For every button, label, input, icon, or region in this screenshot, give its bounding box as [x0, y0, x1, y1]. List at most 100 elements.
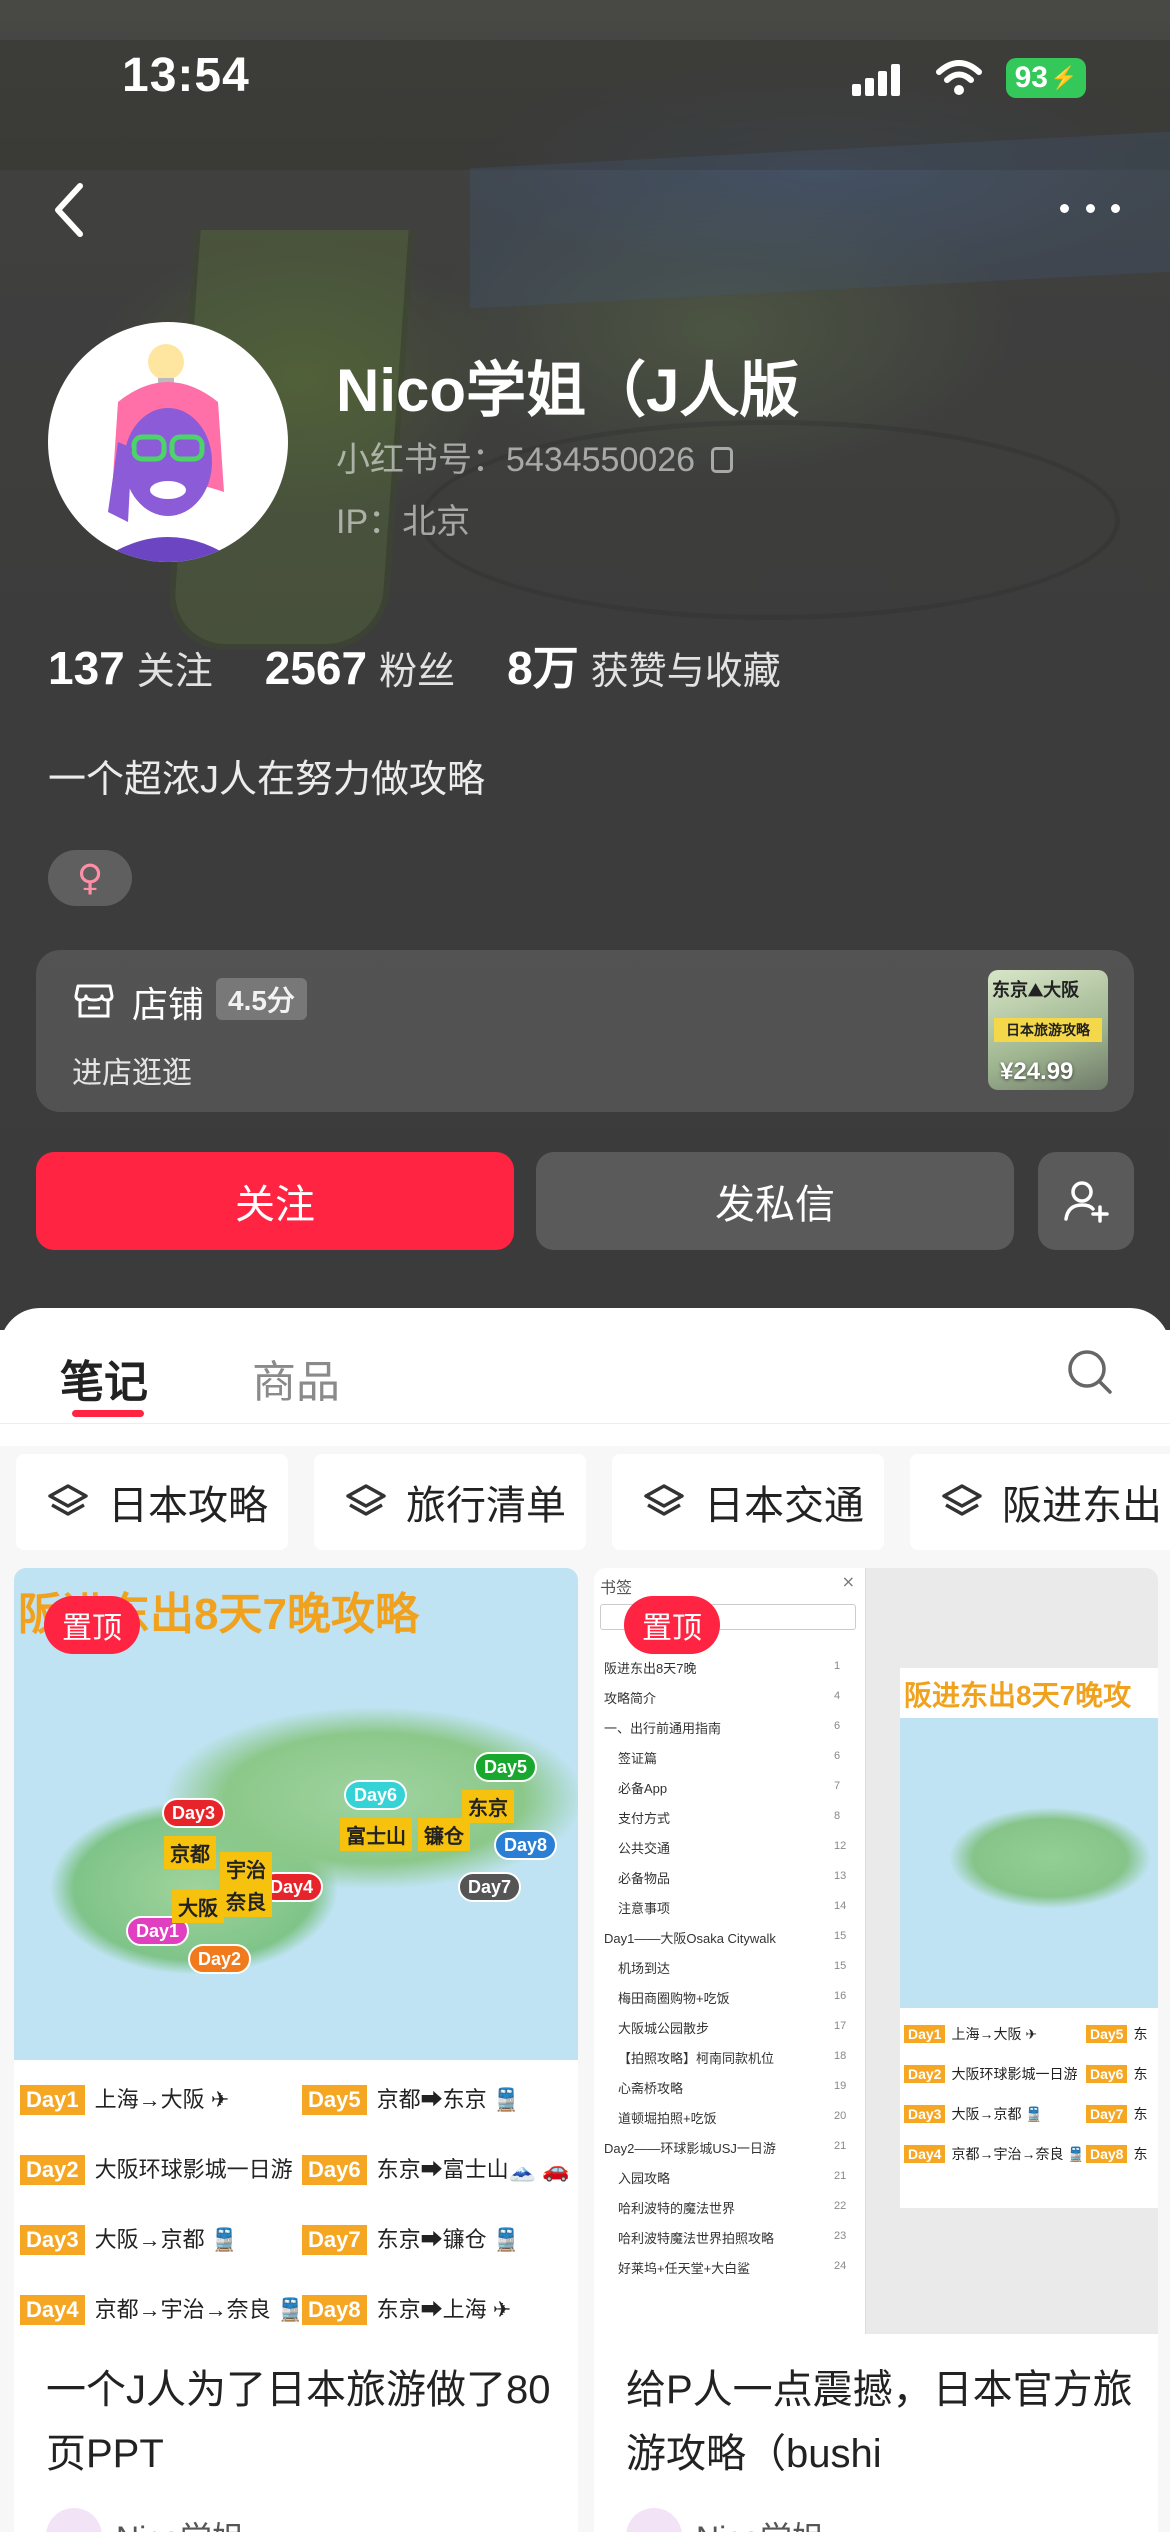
shop-product-thumbnail[interactable]: 东京⛰大阪 日本旅游攻略 ¥24.99 — [988, 970, 1108, 1090]
collection-chip[interactable]: 旅行清单 — [314, 1454, 586, 1550]
toc-item: 公共交通 — [618, 1841, 671, 1856]
toc-page-number: 16 — [834, 1990, 847, 2002]
note-card[interactable]: 阪进东出8天7晚攻略 Day3 Day6 Day5 Day4 Day7 Day8… — [14, 1568, 578, 2532]
toc-header: 书签 — [600, 1580, 633, 1597]
message-button[interactable]: 发私信 — [536, 1152, 1014, 1250]
more-options-icon[interactable] — [1060, 198, 1120, 218]
collection-label: 旅行清单 — [406, 1484, 566, 1528]
slide-row: Day8 东 — [1086, 2144, 1147, 2164]
shop-enter-link[interactable]: 进店逛逛 — [72, 1048, 192, 1092]
note-author[interactable]: Nico学姐 — [626, 2508, 824, 2532]
map-city: 宇治 — [220, 1852, 272, 1885]
likes-count[interactable]: 8万 — [507, 632, 579, 698]
itinerary-row: Day3 大阪→京都 🚆 — [20, 2222, 238, 2255]
thumb-text-2: 日本旅游攻略 — [994, 1018, 1102, 1042]
map-pin: Day3 — [162, 1798, 226, 1828]
follow-button[interactable]: 关注 — [36, 1152, 514, 1250]
toc-page-number: 19 — [834, 2080, 847, 2092]
following-count[interactable]: 137 — [48, 641, 125, 695]
toc-item: Day1——大阪Osaka Citywalk — [604, 1931, 776, 1946]
toc-item: 阪进东出8天7晚 — [604, 1661, 697, 1676]
collection-label: 阪进东出 — [1002, 1484, 1162, 1528]
avatar[interactable] — [48, 322, 288, 562]
toc-page-number: 4 — [834, 1690, 841, 1702]
pinned-badge: 置顶 — [624, 1596, 720, 1654]
status-time: 13:54 — [122, 49, 250, 102]
toc-item: 攻略简介 — [604, 1691, 657, 1706]
layers-icon — [942, 1484, 982, 1516]
toc-item: 哈利波特的魔法世界 — [618, 2201, 736, 2216]
memoji-avatar-icon — [98, 344, 238, 562]
toc-page-number: 7 — [834, 1780, 841, 1792]
toc-page-number: 12 — [834, 1840, 847, 1852]
copy-icon[interactable] — [711, 447, 734, 473]
map-city: 大阪 — [172, 1890, 224, 1923]
note-title[interactable]: 一个J人为了日本旅游做了80页PPT — [46, 2358, 556, 2486]
toc-page-number: 8 — [834, 1810, 841, 1822]
shop-title: 店铺 — [132, 984, 205, 1025]
slide-title: 阪进东出8天7晚攻 — [904, 1680, 1132, 1711]
toc-page-number: 14 — [834, 1900, 847, 1912]
toc-item: 道顿堀拍照+吃饭 — [618, 2111, 717, 2126]
cellular-signal-icon — [852, 62, 902, 96]
slide-preview-image: 阪进东出8天7晚攻 Day1 上海→大阪 ✈ Day2 大阪环球影城一日游 Day3… — [900, 1668, 1158, 2208]
following-label[interactable]: 关注 — [137, 640, 213, 695]
shop-card[interactable]: 店铺 4.5分 进店逛逛 东京⛰大阪 日本旅游攻略 ¥24.99 — [36, 950, 1134, 1112]
slide-row: Day5 东 — [1086, 2024, 1147, 2044]
note-cover-image: 阪进东出8天7晚攻略 Day3 Day6 Day5 Day4 Day7 Day8… — [14, 1568, 578, 2334]
back-chevron-icon[interactable] — [50, 180, 90, 240]
layers-icon — [48, 1484, 88, 1516]
toc-page-number: 24 — [834, 2260, 847, 2272]
shop-score-badge: 4.5分 — [216, 978, 307, 1020]
slide-map — [900, 1718, 1158, 2008]
ip-location: IP：北京 — [336, 503, 471, 541]
store-icon — [74, 984, 114, 1018]
itinerary-row: Day7 东京➡镰仓 🚆 — [302, 2222, 520, 2255]
tab-notes[interactable]: 笔记 — [60, 1346, 148, 1410]
toc-item: 哈利波特魔法世界拍照攻略 — [618, 2231, 775, 2246]
collection-chip[interactable]: 日本交通 — [612, 1454, 884, 1550]
itinerary-row: Day8 东京➡上海 ✈ — [302, 2292, 511, 2325]
pinned-badge: 置顶 — [44, 1596, 140, 1654]
tab-goods[interactable]: 商品 — [252, 1346, 340, 1410]
slide-row: Day7 东 — [1086, 2104, 1147, 2124]
wifi-icon — [936, 60, 982, 95]
collection-chip[interactable]: 日本攻略 — [16, 1454, 288, 1550]
map-pin: Day7 — [458, 1872, 522, 1902]
thumb-text-1: 东京⛰大阪 — [992, 980, 1080, 1000]
toc-page-number: 13 — [834, 1870, 847, 1882]
toc-page-number: 6 — [834, 1750, 841, 1762]
note-title[interactable]: 给P人一点震撼，日本官方旅游攻略（bushi — [626, 2358, 1136, 2486]
slide-row: Day1 上海→大阪 ✈ — [904, 2024, 1037, 2044]
toc-page-number: 22 — [834, 2200, 847, 2212]
map-pin: Day8 — [494, 1830, 558, 1860]
toc-page-number: 17 — [834, 2020, 847, 2032]
slide-row: Day2 大阪环球影城一日游 — [904, 2064, 1077, 2084]
red-id: 小红书号：5434550026 — [336, 432, 734, 481]
slide-row: Day6 东 — [1086, 2064, 1147, 2084]
toc-item: 注意事项 — [618, 1901, 671, 1916]
tab-bar: 笔记 商品 — [0, 1308, 1170, 1424]
note-card[interactable]: 书签 × 阪进东出8天7晚 1 攻略简介 4 一、出行前通用指南 6 签证篇 6 必备App 7 支… — [594, 1568, 1158, 2532]
author-name: Nico学姐 — [696, 2513, 824, 2532]
add-user-icon — [1064, 1181, 1109, 1223]
itinerary-row: Day6 东京➡富士山🗻 🚗 — [302, 2152, 570, 2185]
followers-count[interactable]: 2567 — [265, 641, 367, 695]
note-author[interactable]: Nico学姐 — [46, 2508, 244, 2532]
search-icon[interactable] — [1066, 1348, 1114, 1396]
add-friend-button[interactable] — [1038, 1152, 1134, 1250]
likes-label[interactable]: 获赞与收藏 — [591, 640, 781, 695]
collection-chip[interactable]: 阪进东出 — [910, 1454, 1170, 1550]
profile-name: Nico学姐（J人版 — [336, 357, 800, 424]
toc-page-number: 1 — [834, 1660, 841, 1672]
followers-label[interactable]: 粉丝 — [379, 640, 455, 695]
toc-page-number: 6 — [834, 1720, 841, 1732]
toc-item: 必备物品 — [618, 1871, 671, 1886]
notes-feed: 阪进东出8天7晚攻略 Day3 Day6 Day5 Day4 Day7 Day8… — [0, 1556, 1170, 2532]
profile-bio: 一个超浓J人在努力做攻略 — [48, 759, 486, 801]
author-avatar — [46, 2508, 102, 2532]
map-pin: Day5 — [474, 1752, 538, 1782]
red-id-text: 小红书号：5434550026 — [336, 441, 696, 479]
map-pin: Day2 — [188, 1944, 252, 1974]
gender-female-icon: ♀ — [48, 850, 132, 906]
